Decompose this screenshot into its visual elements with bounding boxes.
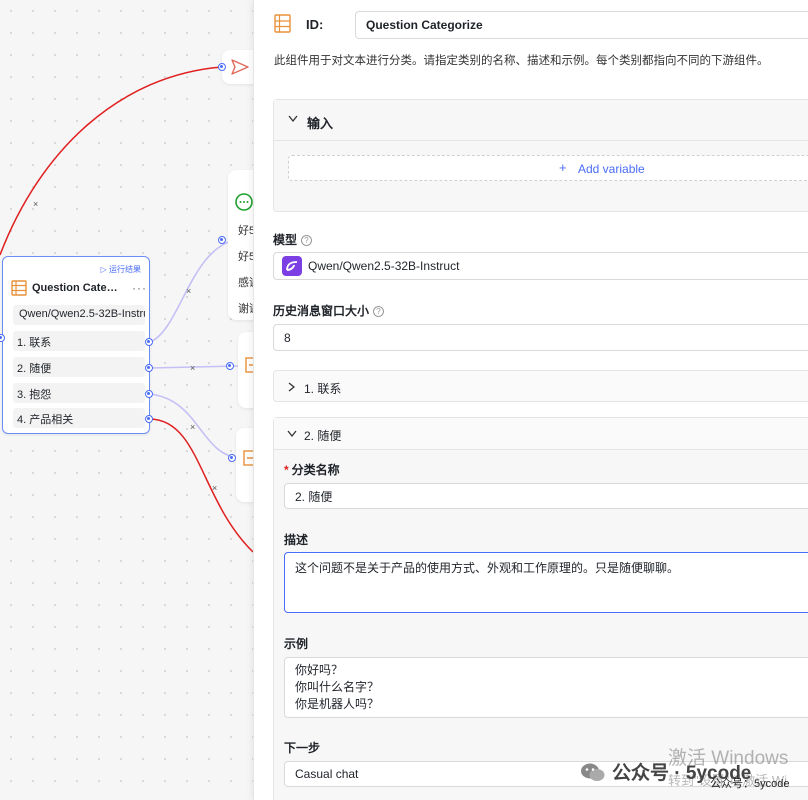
examples-textarea[interactable]: 你好吗？ 你叫什么名字？ 你是机器人吗？ — [284, 657, 808, 718]
output-port-2[interactable] — [145, 364, 153, 372]
model-select[interactable]: Qwen/Qwen2.5-32B-Instruct — [273, 252, 808, 280]
chevron-down-icon — [287, 430, 297, 438]
category-name-input[interactable]: 2. 随便 — [284, 483, 808, 509]
categorize-icon — [11, 280, 27, 296]
example-line: 你是机器人吗？ — [295, 697, 380, 711]
history-window-input[interactable]: 8 — [273, 324, 808, 351]
input-section-header[interactable]: 输入 — [274, 100, 808, 141]
more-options-icon[interactable]: ··· — [132, 281, 147, 295]
edge-delete-mark: × — [190, 422, 195, 432]
edge-delete-mark: × — [212, 483, 217, 493]
node-header: Question Categorize ··· — [11, 280, 147, 296]
category-name-label: * 分类名称 — [284, 463, 340, 477]
output-port-3[interactable] — [145, 390, 153, 398]
edge-cat1 — [149, 239, 236, 343]
history-window-label: 历史消息窗口大小? — [273, 302, 385, 319]
example-line: 你好吗？ — [295, 663, 344, 677]
next-step-label: 下一步 — [284, 741, 321, 755]
node-category-4: 4. 产品相关 — [13, 408, 145, 428]
add-variable-label: Add variable — [578, 162, 645, 176]
categorize-icon — [274, 14, 291, 33]
model-provider-icon — [282, 256, 302, 276]
send-icon — [231, 59, 249, 75]
input-section-title: 输入 — [307, 116, 334, 131]
target-port-answer[interactable] — [218, 236, 226, 244]
edge-delete-mark: × — [186, 286, 191, 296]
id-label: ID: — [306, 17, 324, 32]
category-2-header[interactable]: 2. 随便 — [274, 418, 808, 450]
examples-label: 示例 — [284, 637, 309, 651]
plus-icon: + — [559, 160, 567, 175]
node-title: Question Categorize — [32, 282, 120, 294]
model-label: 模型? — [273, 231, 313, 248]
category-2-title: 2. 随便 — [304, 429, 342, 443]
node-category-2: 2. 随便 — [13, 357, 145, 377]
model-value: Qwen/Qwen2.5-32B-Instruct — [308, 259, 460, 273]
example-line: 你叫什么名字？ — [295, 680, 380, 694]
input-section: 输入 + Add variable — [273, 99, 808, 212]
chat-bubble-icon — [235, 193, 253, 211]
node-category-1: 1. 联系 — [13, 331, 145, 351]
node-model: Qwen/Qwen2.5-32B-Instruct — [13, 305, 145, 325]
run-result-link[interactable]: ▷ 运行结果 — [101, 264, 141, 275]
chevron-down-icon — [288, 115, 298, 123]
config-panel: ID: Question Categorize 此组件用于对文本进行分类。请指定… — [253, 0, 808, 800]
category-1-section[interactable]: 1. 联系 — [273, 370, 808, 402]
edge-delete-mark: × — [33, 199, 38, 209]
edge-delete-mark: × — [190, 363, 195, 373]
output-port-1[interactable] — [145, 338, 153, 346]
target-port-downstream-1[interactable] — [226, 362, 234, 370]
output-port-4[interactable] — [145, 415, 153, 423]
help-icon[interactable]: ? — [301, 235, 313, 247]
help-icon[interactable]: ? — [373, 306, 385, 318]
id-input[interactable]: Question Categorize — [355, 11, 808, 39]
edge-to-send-node — [0, 66, 223, 256]
chevron-right-icon — [288, 382, 295, 392]
component-description: 此组件用于对文本进行分类。请指定类别的名称、描述和示例。每个类别都指向不同的下游… — [274, 55, 769, 67]
wechat-icon — [581, 763, 605, 781]
category-1-title: 1. 联系 — [304, 382, 342, 396]
wechat-small-watermark: 公众号：5ycode — [710, 778, 790, 790]
description-textarea[interactable]: 这个问题不是关于产品的使用方式、外观和工作原理的。只是随便聊聊。 — [284, 552, 808, 613]
node-category-3: 3. 抱怨 — [13, 383, 145, 403]
add-variable-button[interactable]: + Add variable — [288, 155, 808, 181]
target-port-send[interactable] — [218, 63, 226, 71]
question-categorize-node[interactable]: ▷ 运行结果 Question Categorize ··· Qwen/Qwen… — [2, 256, 150, 434]
description-label: 描述 — [284, 533, 309, 547]
target-port-downstream-2[interactable] — [228, 454, 236, 462]
